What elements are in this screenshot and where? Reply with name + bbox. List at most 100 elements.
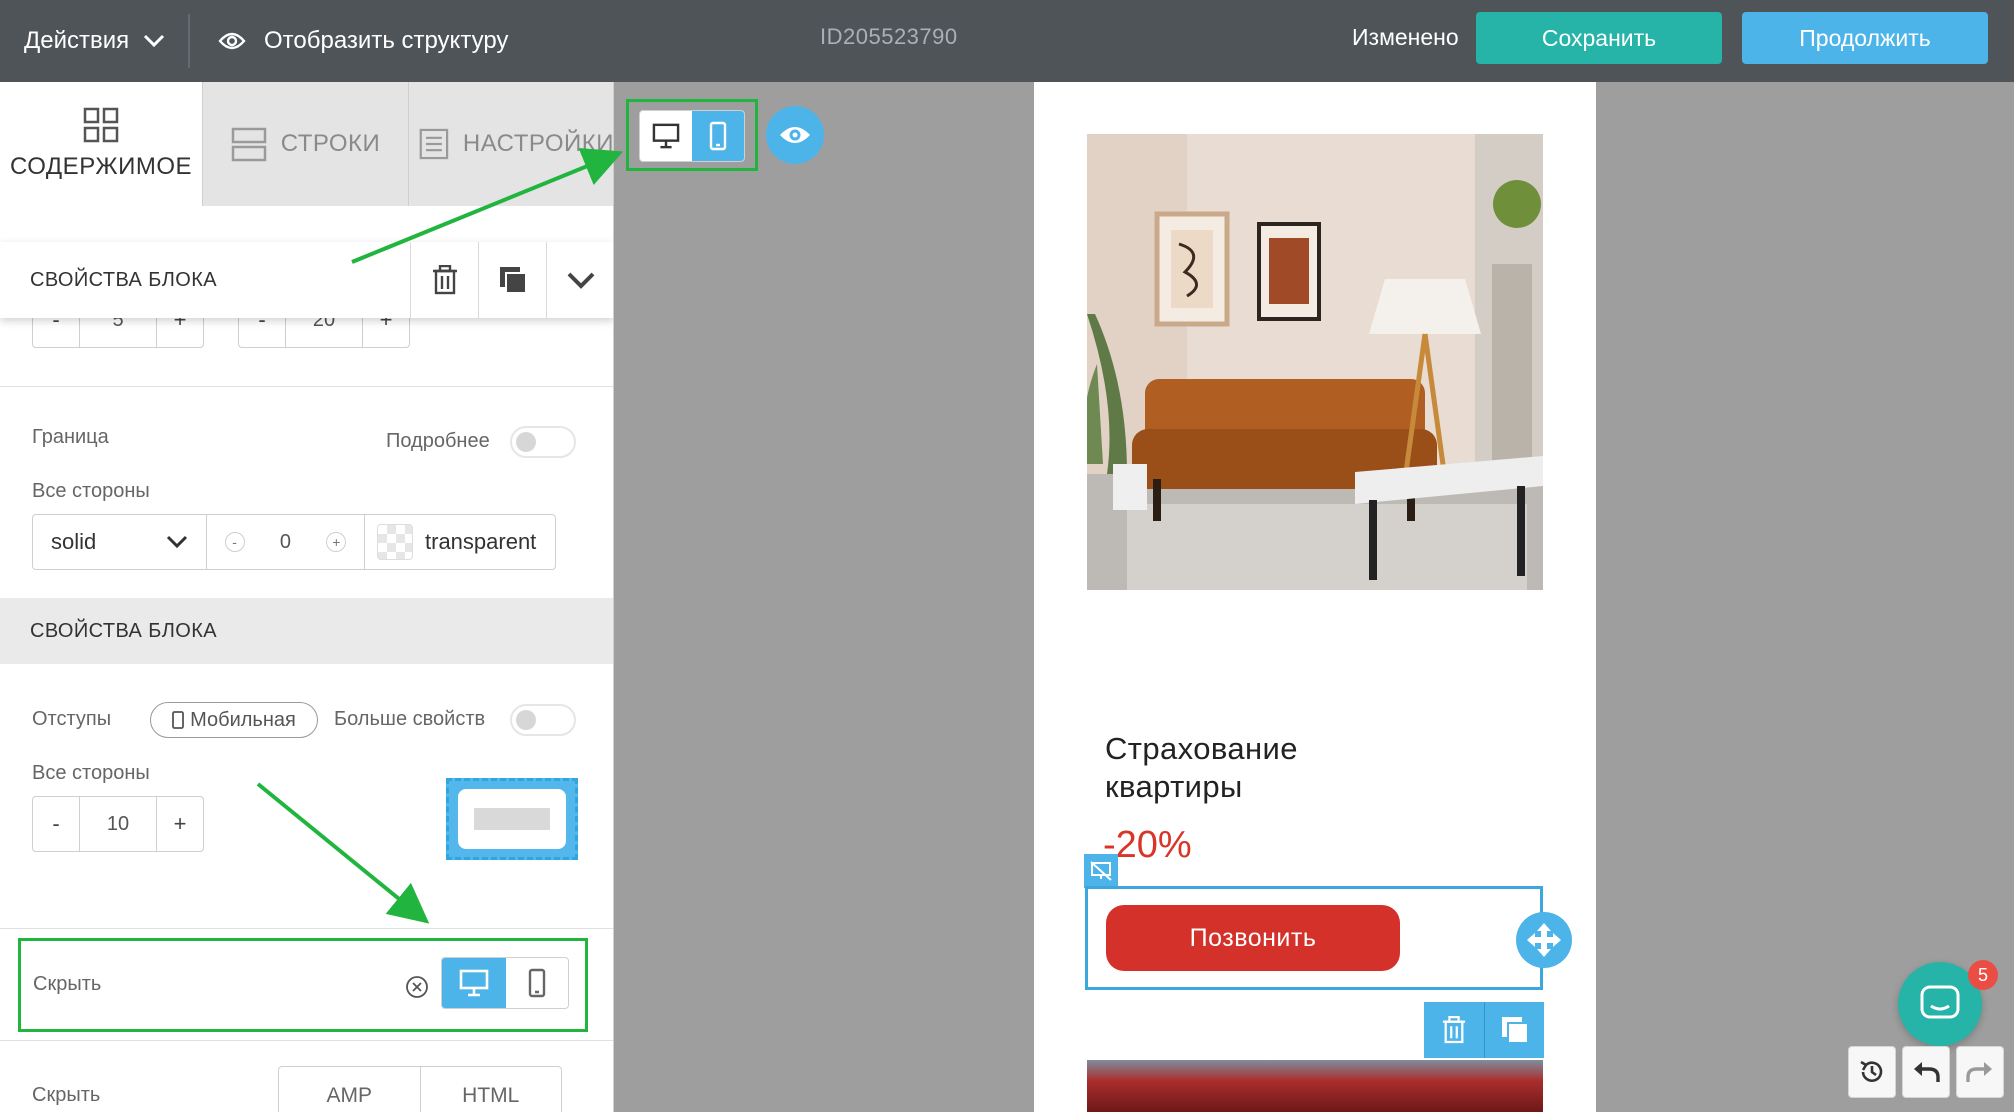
save-status: Изменено [1352, 24, 1459, 50]
hide-device-toggle [441, 957, 569, 1009]
mobile-pill[interactable]: Мобильная [150, 702, 318, 738]
undo-icon [1914, 1062, 1940, 1082]
details-toggle[interactable] [510, 426, 576, 458]
duplicate-block-button[interactable] [1484, 1002, 1544, 1058]
top-bar: Действия Отобразить структуру ID20552379… [0, 0, 2014, 82]
border-style-select[interactable]: solid [33, 515, 207, 569]
block-toolbar [1424, 1002, 1544, 1058]
decrement-button[interactable]: - [33, 797, 79, 851]
duplicate-block-button[interactable] [478, 242, 546, 318]
duplicate-icon [499, 267, 527, 294]
padding-label: Отступы [32, 708, 112, 730]
desktop-icon [459, 969, 489, 997]
hide-format-toggle: AMP HTML [278, 1066, 562, 1112]
document-id: ID205523790 [820, 24, 958, 49]
mobile-icon [709, 121, 727, 151]
padding-preview[interactable] [446, 778, 578, 860]
move-handle[interactable] [1516, 912, 1572, 968]
chat-icon [1920, 985, 1960, 1019]
mobile-view-button[interactable] [692, 111, 744, 161]
decrement-button[interactable]: - [224, 532, 245, 552]
block-properties-section: СВОЙСТВА БЛОКА [0, 598, 613, 664]
living-room-image[interactable] [1087, 134, 1543, 590]
call-button[interactable]: Позвонить [1106, 905, 1400, 971]
redo-icon [1966, 1062, 1992, 1082]
all-sides-label: Все стороны [32, 480, 150, 502]
stepper-value[interactable]: 10 [79, 797, 157, 851]
divider [0, 1040, 613, 1041]
duplicate-icon [1501, 1017, 1529, 1044]
save-button[interactable]: Сохранить [1476, 12, 1722, 64]
block-properties-header: СВОЙСТВА БЛОКА [0, 242, 613, 318]
tab-rows-label: СТРОКИ [280, 130, 381, 157]
eye-icon [780, 127, 810, 143]
history-controls [1848, 1046, 2004, 1100]
hide-label: Скрыть [33, 973, 102, 995]
divider [0, 386, 613, 387]
topbar-divider [188, 14, 190, 68]
show-structure-label: Отобразить структуру [264, 27, 509, 54]
panel-tabs: СОДЕРЖИМОЕ СТРОКИ НАСТРОЙКИ [0, 82, 614, 206]
padding-stepper[interactable]: - 10 + [32, 796, 204, 852]
properties-panel: СОДЕРЖИМОЕ СТРОКИ НАСТРОЙКИ - 5 + - 20 +… [0, 82, 614, 1112]
hidden-on-desktop-badge [1084, 854, 1118, 888]
more-props-toggle[interactable] [510, 704, 576, 736]
mobile-icon [528, 968, 546, 998]
show-structure-button[interactable]: Отобразить структуру [218, 22, 508, 60]
delete-block-button[interactable] [1424, 1002, 1484, 1058]
editor-device-toggle [639, 110, 745, 162]
chat-badge: 5 [1968, 960, 1998, 990]
border-width-stepper[interactable]: - 0 + [207, 515, 365, 569]
increment-button[interactable]: + [326, 532, 347, 552]
history-button[interactable] [1848, 1046, 1896, 1098]
trash-icon [1442, 1016, 1466, 1044]
editor-device-switcher-frame [626, 99, 758, 171]
hide-on-device-row: Скрыть [18, 938, 588, 1032]
car-image[interactable] [1087, 1060, 1543, 1112]
undo-button[interactable] [1902, 1046, 1950, 1098]
actions-label: Действия [24, 27, 130, 54]
border-color-picker[interactable]: transparent [365, 515, 555, 569]
delete-block-button[interactable] [410, 242, 478, 318]
email-canvas: Страхование квартиры -20% Позвонить [1034, 82, 1596, 1112]
tab-settings-label: НАСТРОЙКИ [462, 130, 614, 157]
trash-icon [432, 265, 457, 295]
hide-format-label: Скрыть [32, 1084, 101, 1106]
option-amp[interactable]: AMP [279, 1067, 420, 1112]
chevron-down-icon [567, 272, 594, 289]
document-icon [419, 128, 449, 160]
border-style-value: solid [51, 529, 97, 554]
padding-preview-inner [458, 789, 566, 849]
chevron-down-icon [166, 535, 188, 549]
collapse-button[interactable] [546, 242, 613, 318]
desktop-view-button[interactable] [640, 111, 692, 161]
grid-icon [83, 107, 119, 143]
email-title: Страхование квартиры [1105, 731, 1298, 804]
hide-mobile-button[interactable] [506, 958, 568, 1008]
chevron-down-icon [144, 34, 165, 48]
block-properties-title: СВОЙСТВА БЛОКА [30, 268, 218, 291]
move-icon [1527, 923, 1561, 957]
option-html[interactable]: HTML [419, 1067, 562, 1112]
mobile-pill-label: Мобильная [190, 708, 296, 731]
selected-block-frame: Позвонить [1085, 886, 1543, 990]
border-width-value[interactable]: 0 [280, 531, 291, 554]
actions-menu[interactable]: Действия [24, 22, 165, 60]
increment-button[interactable]: + [157, 797, 203, 851]
tab-content-label: СОДЕРЖИМОЕ [9, 153, 193, 180]
desktop-icon [652, 123, 680, 149]
hidden-desktop-icon [1090, 861, 1112, 881]
border-controls: solid - 0 + transparent [32, 514, 556, 570]
redo-button[interactable] [1956, 1046, 2004, 1098]
tab-settings[interactable]: НАСТРОЙКИ [408, 82, 614, 206]
preview-button[interactable] [766, 106, 824, 164]
tab-content[interactable]: СОДЕРЖИМОЕ [0, 82, 202, 206]
rows-icon [231, 127, 266, 162]
hide-desktop-button[interactable] [442, 958, 506, 1008]
clear-icon[interactable] [405, 975, 429, 999]
tab-rows[interactable]: СТРОКИ [202, 82, 408, 206]
color-swatch [377, 524, 413, 560]
continue-button[interactable]: Продолжить [1742, 12, 1988, 64]
more-props-label: Больше свойств [334, 708, 486, 730]
eye-icon [218, 32, 246, 50]
